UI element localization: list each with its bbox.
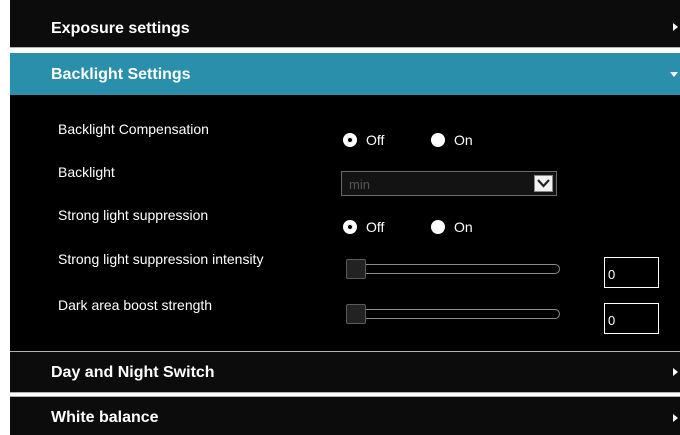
backlight-compensation-on-radio[interactable]: On bbox=[431, 132, 473, 148]
radio-unchecked-icon bbox=[431, 133, 445, 147]
section-title: Backlight Settings bbox=[51, 66, 191, 83]
radio-label: Off bbox=[366, 219, 385, 235]
section-backlight-settings[interactable]: Backlight Settings bbox=[10, 53, 680, 95]
radio-label: On bbox=[454, 219, 473, 235]
dark-area-boost-strength-input[interactable]: 0 bbox=[604, 303, 659, 334]
radio-label: On bbox=[454, 132, 473, 148]
backlight-select-value: min bbox=[349, 177, 370, 192]
strong-light-suppression-off-radio[interactable]: Off bbox=[343, 219, 384, 235]
chevron-right-icon bbox=[673, 414, 678, 422]
radio-label: Off bbox=[366, 132, 385, 148]
strong-light-suppression-label: Strong light suppression bbox=[58, 207, 209, 223]
strong-light-suppression-intensity-label: Strong light suppression intensity bbox=[58, 251, 264, 267]
strong-light-suppression-on-radio[interactable]: On bbox=[431, 219, 473, 235]
radio-checked-icon bbox=[343, 220, 357, 234]
backlight-select[interactable]: min bbox=[341, 171, 557, 196]
dropdown-arrow-icon[interactable] bbox=[534, 175, 553, 192]
slider-handle[interactable] bbox=[346, 259, 366, 279]
backlight-label: Backlight bbox=[58, 164, 115, 180]
backlight-compensation-off-radio[interactable]: Off bbox=[343, 132, 384, 148]
section-title: Exposure settings bbox=[51, 20, 190, 37]
section-title: White balance bbox=[51, 409, 159, 426]
slider-handle[interactable] bbox=[346, 304, 366, 324]
section-white-balance[interactable]: White balance bbox=[10, 396, 680, 435]
radio-checked-icon bbox=[343, 133, 357, 147]
strong-light-suppression-intensity-slider[interactable] bbox=[346, 264, 560, 274]
radio-unchecked-icon bbox=[431, 220, 445, 234]
chevron-right-icon bbox=[673, 23, 678, 31]
strong-light-suppression-intensity-input[interactable]: 0 bbox=[604, 257, 659, 288]
chevron-right-icon bbox=[673, 368, 678, 376]
section-title: Day and Night Switch bbox=[51, 364, 215, 381]
chevron-down-icon bbox=[670, 72, 678, 77]
section-day-and-night-switch[interactable]: Day and Night Switch bbox=[10, 351, 680, 393]
dark-area-boost-strength-label: Dark area boost strength bbox=[58, 297, 213, 313]
section-exposure-settings[interactable]: Exposure settings bbox=[10, 0, 680, 48]
dark-area-boost-strength-slider[interactable] bbox=[346, 309, 560, 319]
backlight-compensation-label: Backlight Compensation bbox=[58, 121, 209, 137]
